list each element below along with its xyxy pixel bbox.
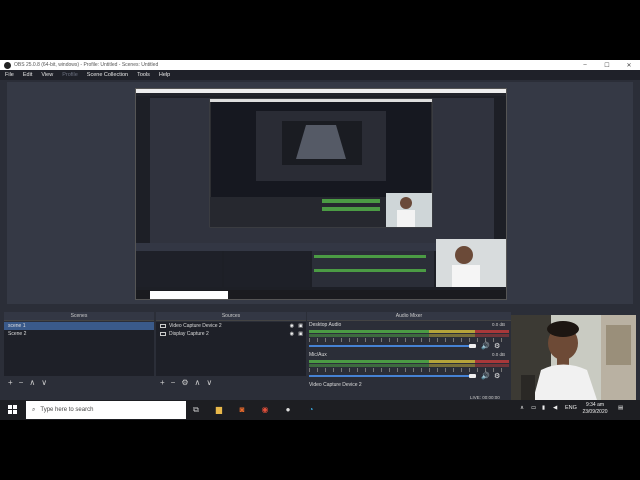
scenes-panel: scene 1 Scene 2: [4, 322, 154, 377]
taskbar-search-input[interactable]: ⌕ Type here to search: [26, 401, 186, 419]
microphone-icon[interactable]: ▮: [542, 405, 545, 411]
channel-db: 0.0 dB: [491, 352, 505, 357]
menu-scene-collection[interactable]: Scene Collection: [87, 72, 128, 78]
meter-scale: [309, 338, 509, 342]
preview-canvas[interactable]: [135, 88, 507, 300]
network-icon[interactable]: ▭: [531, 405, 536, 411]
monitor-icon: [160, 324, 166, 328]
menu-view[interactable]: View: [41, 72, 53, 78]
move-up-button[interactable]: ∧: [29, 378, 35, 387]
chevron-up-icon[interactable]: ∧: [520, 405, 524, 411]
slider-track: [309, 375, 469, 377]
notifications-icon[interactable]: ▤: [618, 405, 623, 411]
slider-thumb[interactable]: [469, 344, 476, 348]
window-title: OBS 25.0.8 (64-bit, windows) - Profile: …: [14, 62, 159, 68]
channel-label: Desktop Audio: [309, 322, 342, 328]
obs-logo-icon: [4, 61, 11, 69]
audio-mixer-panel: Desktop Audio 0.0 dB 🔊 ⚙ Mic/Aux 0.0 dB …: [307, 322, 511, 397]
volume-slider[interactable]: 🔊 ⚙: [309, 372, 509, 380]
volume-meter: [309, 330, 509, 333]
source-item[interactable]: Video Capture Device 2 ◉ ▣: [156, 322, 306, 330]
mixer-channel-mic-aux: Mic/Aux 0.0 dB 🔊 ⚙: [309, 352, 509, 380]
slider-thumb[interactable]: [469, 374, 476, 378]
add-scene-button[interactable]: +: [8, 378, 13, 387]
remove-source-button[interactable]: −: [171, 378, 176, 387]
add-source-button[interactable]: +: [160, 378, 165, 387]
speaker-icon[interactable]: 🔊: [481, 372, 490, 380]
volume-slider[interactable]: 🔊 ⚙: [309, 342, 509, 350]
menu-edit[interactable]: Edit: [23, 72, 32, 78]
obs-window: OBS 25.0.8 (64-bit, windows) - Profile: …: [0, 60, 640, 420]
volume-meter: [309, 334, 509, 337]
menu-help[interactable]: Help: [159, 72, 170, 78]
windows-taskbar: ⌕ Type here to search ⧉ ▆ ◙ ◉ ● ◔ ∧ ▭ ▮ …: [0, 400, 640, 420]
maximize-button[interactable]: ☐: [596, 62, 618, 69]
source-settings-gear-icon[interactable]: ⚙: [181, 378, 188, 387]
mixer-channel-desktop-audio: Desktop Audio 0.0 dB 🔊 ⚙: [309, 322, 509, 350]
edge-icon[interactable]: ◔: [305, 404, 317, 416]
task-view-icon[interactable]: ⧉: [190, 404, 202, 416]
volume-meter: [309, 364, 509, 367]
webcam-feed-image: [511, 315, 636, 400]
scene-item[interactable]: Scene 2: [4, 330, 154, 338]
clock-date: 23/09/2020: [582, 409, 608, 415]
menu-tools[interactable]: Tools: [137, 72, 150, 78]
audio-mixer-header: Audio Mixer: [307, 312, 511, 321]
move-down-button[interactable]: ∨: [41, 378, 47, 387]
source-label: Video Capture Device 2: [169, 323, 222, 329]
menu-bar: File Edit View Profile Scene Collection …: [0, 70, 640, 80]
clock-time: 9:34 am: [585, 402, 605, 408]
lock-icon[interactable]: ▣: [298, 330, 303, 338]
move-down-button[interactable]: ∨: [206, 378, 212, 387]
volume-meter: [309, 360, 509, 363]
search-placeholder: Type here to search: [40, 407, 94, 413]
webcam-overlay: [511, 315, 636, 400]
move-up-button[interactable]: ∧: [195, 378, 201, 387]
sources-header: Sources: [156, 312, 306, 321]
menu-file[interactable]: File: [5, 72, 14, 78]
channel-label: Mic/Aux: [309, 352, 327, 358]
source-item[interactable]: Display Capture 2 ◉ ▣: [156, 330, 306, 338]
gear-icon[interactable]: ⚙: [494, 342, 500, 350]
slider-track: [309, 345, 469, 347]
title-bar: OBS 25.0.8 (64-bit, windows) - Profile: …: [0, 60, 640, 70]
speaker-icon[interactable]: 🔊: [481, 342, 490, 350]
recursive-preview-image: [136, 89, 506, 299]
sources-toolbar: + − ⚙ ∧ ∨: [156, 376, 306, 388]
obs-icon[interactable]: ●: [282, 404, 294, 416]
channel-label: Video Capture Device 2: [309, 382, 362, 388]
menu-profile[interactable]: Profile: [62, 72, 78, 78]
remove-scene-button[interactable]: −: [19, 378, 24, 387]
clock[interactable]: 9:34 am 23/09/2020: [580, 402, 610, 416]
search-icon: ⌕: [32, 406, 36, 413]
preview-area[interactable]: [7, 82, 633, 304]
sources-panel: Video Capture Device 2 ◉ ▣ Display Captu…: [156, 322, 306, 377]
minimize-button[interactable]: –: [574, 62, 596, 68]
windows-start-icon[interactable]: [8, 405, 18, 415]
meter-scale: [309, 368, 509, 372]
lock-icon[interactable]: ▣: [298, 322, 303, 330]
scenes-toolbar: + − ∧ ∨: [4, 376, 154, 388]
visibility-eye-icon[interactable]: ◉: [290, 322, 294, 330]
visibility-eye-icon[interactable]: ◉: [290, 330, 294, 338]
close-button[interactable]: ✕: [618, 62, 640, 69]
chrome-icon[interactable]: ◉: [259, 404, 271, 416]
volume-icon[interactable]: ◀: [553, 405, 557, 411]
gear-icon[interactable]: ⚙: [494, 372, 500, 380]
scenes-header: Scenes: [4, 312, 154, 321]
language-indicator[interactable]: ENG: [565, 405, 577, 411]
scene-item[interactable]: scene 1: [4, 322, 154, 330]
mixer-channel-video-capture: Video Capture Device 2: [309, 382, 509, 389]
channel-db: 0.0 dB: [491, 322, 505, 327]
app-icon[interactable]: ◙: [236, 404, 248, 416]
file-explorer-icon[interactable]: ▆: [213, 404, 225, 416]
source-label: Display Capture 2: [169, 331, 209, 337]
monitor-icon: [160, 332, 166, 336]
